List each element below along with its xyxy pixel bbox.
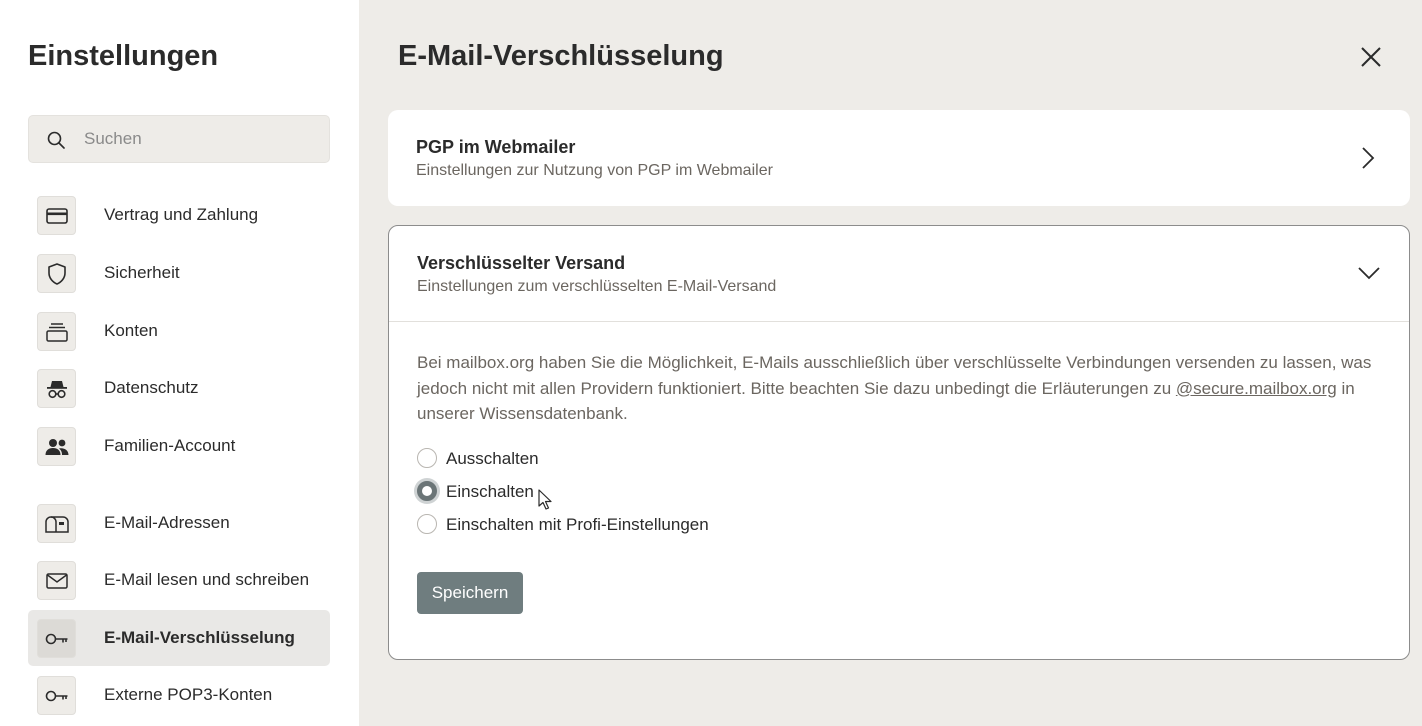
card-subtitle: Einstellungen zum verschlüsselten E-Mail… bbox=[417, 278, 777, 295]
incognito-icon bbox=[37, 369, 76, 408]
envelope-icon bbox=[37, 561, 76, 600]
mailbox-icon bbox=[37, 504, 76, 543]
divider bbox=[389, 321, 1409, 322]
card-subtitle: Einstellungen zur Nutzung von PGP im Web… bbox=[416, 162, 773, 179]
radio-button[interactable] bbox=[417, 514, 437, 534]
sidebar-item-label: Familien-Account bbox=[104, 436, 236, 455]
shield-icon bbox=[37, 254, 76, 293]
people-icon bbox=[37, 427, 76, 466]
radio-label: Einschalten mit Profi-Einstellungen bbox=[446, 515, 709, 534]
card-header[interactable]: Verschlüsselter Versand Einstellungen zu… bbox=[389, 226, 1409, 321]
sidebar-item-e-mail-lesen-und-schreiben[interactable]: E-Mail lesen und schreiben bbox=[28, 552, 330, 608]
radio-button[interactable] bbox=[417, 448, 437, 468]
sidebar-item-e-mail-adressen[interactable]: E-Mail-Adressen bbox=[28, 495, 330, 551]
sidebar-item-label: E-Mail lesen und schreiben bbox=[104, 570, 310, 589]
radio-button-selected[interactable] bbox=[417, 481, 437, 501]
sidebar-item-label: Konten bbox=[104, 321, 158, 340]
encrypted-sending-card: Verschlüsselter Versand Einstellungen zu… bbox=[388, 225, 1410, 660]
sidebar-title: Einstellungen bbox=[28, 40, 219, 72]
key-icon bbox=[37, 676, 76, 715]
sidebar-item-label: Externe POP3-Konten bbox=[104, 685, 273, 704]
save-button[interactable]: Speichern bbox=[417, 572, 523, 614]
radio-label: Ausschalten bbox=[446, 449, 539, 468]
close-icon[interactable] bbox=[1356, 42, 1386, 72]
sidebar: Einstellungen Vertrag und Zahlung Sicher… bbox=[0, 0, 359, 726]
sidebar-item-externe-pop3-konten[interactable]: Externe POP3-Konten bbox=[28, 667, 330, 723]
sidebar-item-label: Vertrag und Zahlung bbox=[104, 205, 259, 224]
search-icon bbox=[47, 131, 65, 149]
radio-label: Einschalten bbox=[446, 482, 534, 501]
sidebar-item-familien-account[interactable]: Familien-Account bbox=[28, 418, 330, 474]
key-icon bbox=[37, 619, 76, 658]
sidebar-item-label: E-Mail-Adressen bbox=[104, 513, 230, 532]
secure-mailbox-link[interactable]: @secure.mailbox.org bbox=[1176, 379, 1337, 398]
sidebar-item-konten[interactable]: Konten bbox=[28, 303, 330, 359]
search-input[interactable] bbox=[84, 116, 314, 162]
stack-icon bbox=[37, 312, 76, 351]
sidebar-item-datenschutz[interactable]: Datenschutz bbox=[28, 360, 330, 416]
sidebar-item-vertrag-und-zahlung[interactable]: Vertrag und Zahlung bbox=[28, 187, 330, 243]
page-title: E-Mail-Verschlüsselung bbox=[398, 40, 724, 72]
mouse-cursor-icon bbox=[538, 489, 552, 510]
search-box[interactable] bbox=[28, 115, 330, 163]
card-title: Verschlüsselter Versand bbox=[417, 253, 626, 273]
description-text: Bei mailbox.org haben Sie die Möglichkei… bbox=[417, 350, 1387, 427]
sidebar-item-label: Sicherheit bbox=[104, 263, 180, 282]
sidebar-item-label: Datenschutz bbox=[104, 378, 199, 397]
sidebar-item-e-mail-verschluesselung[interactable]: E-Mail-Verschlüsselung bbox=[28, 610, 330, 666]
credit-card-icon bbox=[37, 196, 76, 235]
sidebar-item-label: E-Mail-Verschlüsselung bbox=[104, 628, 295, 647]
chevron-down-icon bbox=[1358, 267, 1380, 280]
chevron-right-icon bbox=[1362, 147, 1375, 169]
pgp-webmailer-card[interactable]: PGP im Webmailer Einstellungen zur Nutzu… bbox=[388, 110, 1410, 206]
sidebar-item-sicherheit[interactable]: Sicherheit bbox=[28, 245, 330, 301]
card-title: PGP im Webmailer bbox=[416, 137, 576, 157]
